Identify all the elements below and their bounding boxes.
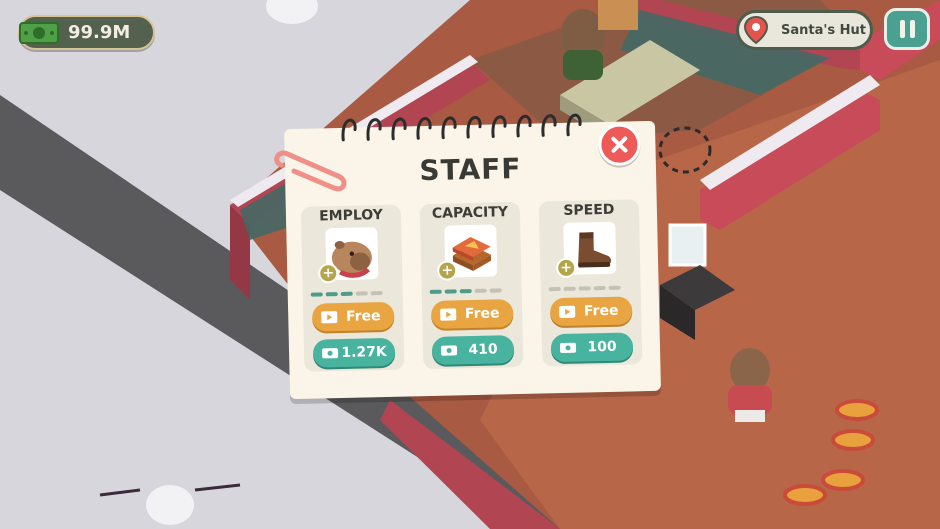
video-ad-icon [321, 311, 338, 324]
level-bar [429, 288, 502, 294]
video-ad-icon [440, 308, 457, 321]
map-pin-icon [743, 15, 769, 45]
upgrade-label: EMPLOY [318, 207, 383, 225]
pause-button[interactable] [884, 8, 930, 50]
upgrade-plus-icon: + [555, 257, 577, 279]
upgrade-plus-icon: + [318, 263, 339, 284]
buy-upgrade-button[interactable]: 1.27K [312, 337, 396, 368]
dialog-title: STAFF [419, 151, 522, 188]
upgrade-cards: EMPLOY + Free 1.27K CAPACITY + Free 410 … [300, 199, 643, 372]
cash-icon [19, 21, 59, 44]
upgrade-label: CAPACITY [431, 204, 509, 222]
upgrade-card-speed: SPEED + Free 100 [538, 199, 643, 367]
location-button[interactable]: Santa's Hut [736, 10, 873, 50]
location-name: Santa's Hut [781, 22, 866, 38]
staff-dialog: STAFF EMPLOY + Free 1.27K CAPACITY + Fre… [274, 113, 662, 400]
free-upgrade-button[interactable]: Free [311, 301, 395, 332]
free-upgrade-button[interactable]: Free [430, 299, 514, 329]
free-upgrade-button[interactable]: Free [549, 296, 633, 327]
upgrade-label: SPEED [563, 201, 615, 219]
cash-icon [440, 345, 458, 356]
money-amount: 99.9M [68, 22, 131, 43]
level-bar [548, 285, 621, 292]
video-ad-icon [559, 305, 576, 318]
notebook-rings [341, 113, 582, 142]
cash-icon [322, 348, 339, 359]
upgrade-card-employ: EMPLOY + Free 1.27K [300, 204, 405, 372]
cash-icon [559, 342, 577, 353]
upgrade-plus-icon: + [437, 260, 458, 281]
upgrade-card-capacity: CAPACITY + Free 410 [419, 201, 524, 370]
buy-upgrade-button[interactable]: 100 [550, 332, 634, 363]
buy-upgrade-button[interactable]: 410 [431, 335, 515, 365]
pause-icon [899, 20, 905, 38]
money-display: 99.9M [18, 15, 155, 50]
level-bar [310, 291, 383, 297]
